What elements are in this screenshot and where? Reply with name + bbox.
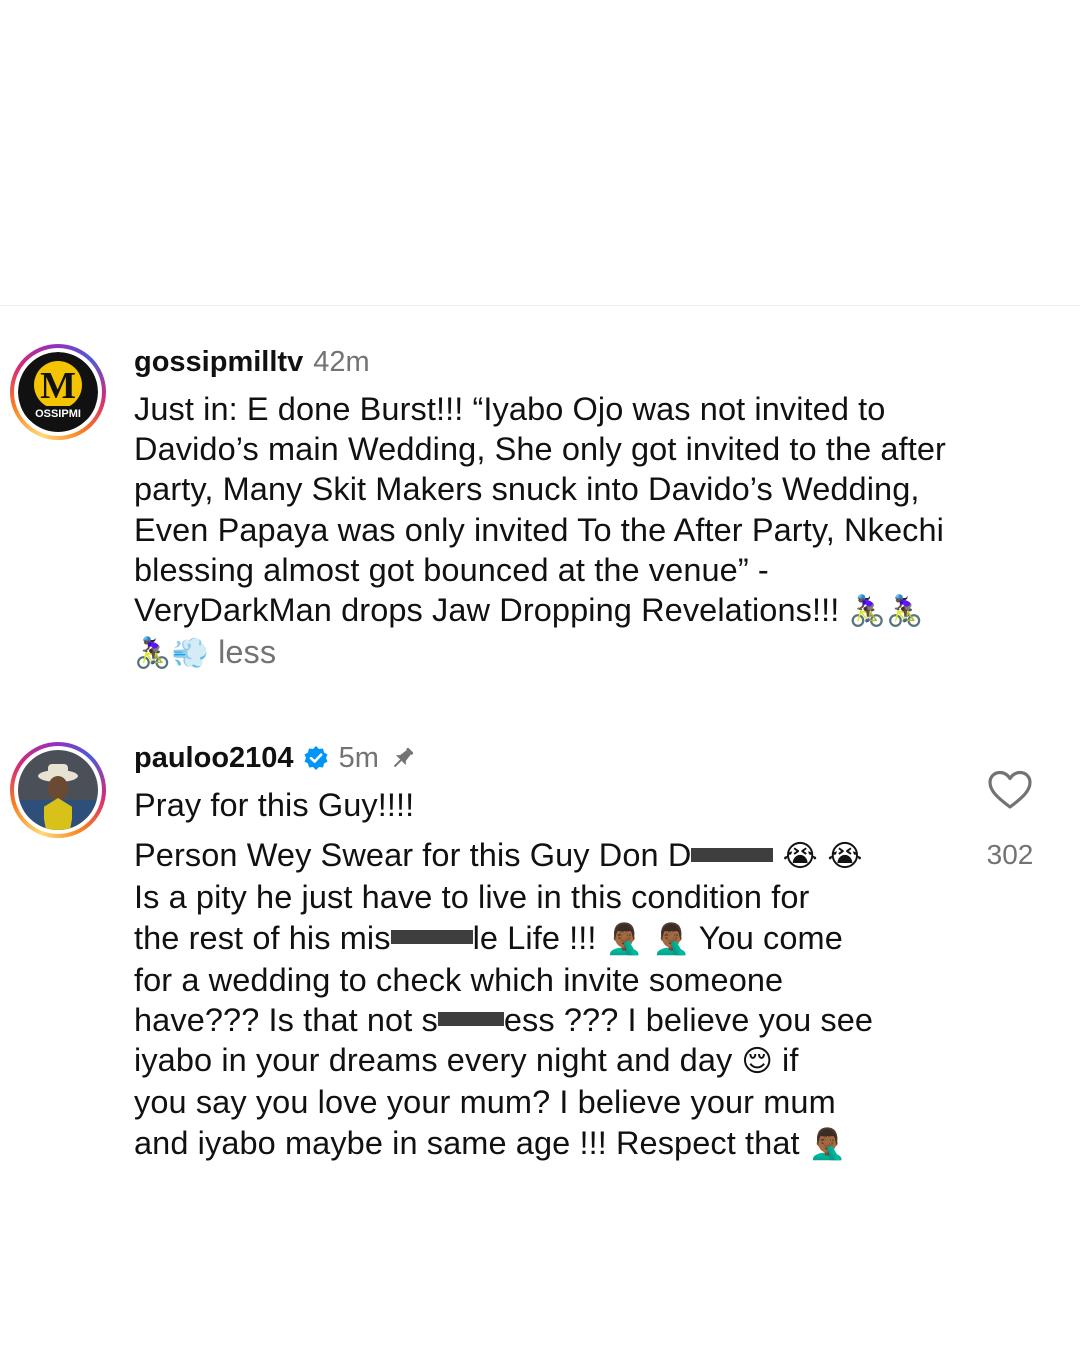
- comment-body: Pray for this Guy!!!! Person Wey Swear f…: [134, 785, 934, 1165]
- comment-line-text: You come: [690, 919, 843, 956]
- verified-badge-icon: [303, 745, 329, 771]
- comment-line-text: le Life !!!: [472, 919, 606, 956]
- comment-line-text: if: [772, 1042, 799, 1079]
- crying-emoji: 😭 😭: [782, 839, 863, 875]
- pin-icon: [389, 744, 417, 772]
- comment-username[interactable]: pauloo2104: [134, 742, 294, 775]
- comment-line: and iyabo maybe in same age !!! Respect …: [134, 1123, 934, 1165]
- comment-meta: gossipmilltv 42m: [134, 342, 1054, 382]
- gossipmill-logo-icon: M OSSIPMI: [18, 352, 98, 432]
- avatar-pauloo2104[interactable]: [10, 742, 106, 838]
- comment-line: the rest of his mis le Life !!! 🤦🏾‍♂️ 🤦🏾‍…: [134, 918, 934, 960]
- comment-pauloo2104: pauloo2104 5m Pray for this Guy!!!! Pers…: [134, 738, 934, 1165]
- comment-line-text: have??? Is that not s: [134, 1002, 438, 1039]
- comment-line: party, Many Skit Makers snuck into David…: [134, 471, 920, 508]
- cyclist-emoji: 🚴🏿‍♀️🚴🏿‍♀️: [848, 594, 924, 630]
- comment-line: Just in: E done Burst!!! “Iyabo Ojo was …: [134, 391, 886, 427]
- comment-meta: pauloo2104 5m: [134, 738, 934, 778]
- comment-line: Davido’s main Wedding, She only got invi…: [134, 431, 946, 468]
- like-count[interactable]: 302: [970, 839, 1050, 871]
- comment-line: Even Papaya was only invited To the Afte…: [134, 511, 945, 548]
- comment-body: Just in: E done Burst!!! “Iyabo Ojo was …: [134, 389, 1054, 674]
- comment-time: 5m: [338, 741, 379, 774]
- comment-line: Pray for this Guy!!!!: [134, 787, 415, 823]
- avatar-logo: M OSSIPMI: [18, 352, 98, 432]
- comment-line: for a wedding to check which invite some…: [134, 961, 784, 998]
- comment-line-text: the rest of his mis: [134, 919, 391, 956]
- comment-line: blessing almost got bounced at the venue…: [134, 551, 769, 588]
- comment-gossipmilltv: gossipmilltv 42m Just in: E done Burst!!…: [134, 342, 1054, 674]
- relieved-face-emoji: 😌: [741, 1044, 773, 1080]
- comment-line: you say you love your mum? I believe you…: [134, 1084, 836, 1121]
- heart-outline-icon[interactable]: [988, 770, 1032, 814]
- less-link[interactable]: less: [218, 634, 276, 670]
- comment-time: 42m: [313, 345, 370, 378]
- top-divider: [0, 305, 1080, 306]
- comment-line: iyabo in your dreams every night and day…: [134, 1040, 934, 1082]
- avatar-photo: [18, 750, 98, 830]
- avatar-gossipmilltv[interactable]: M OSSIPMI: [10, 344, 106, 440]
- facepalm-emoji: 🤦🏾‍♂️ 🤦🏾‍♂️: [605, 921, 691, 957]
- comment-line-text: and iyabo maybe in same age !!! Respect …: [134, 1124, 809, 1161]
- comment-line: Person Wey Swear for this Guy Don D 😭 😭: [134, 835, 934, 877]
- svg-text:M: M: [40, 365, 76, 407]
- redaction-bar: [390, 930, 473, 945]
- comment-line: VeryDarkMan drops Jaw Dropping Revelatio…: [134, 590, 1054, 632]
- svg-text:OSSIPMI: OSSIPMI: [35, 408, 81, 420]
- redaction-bar: [437, 1012, 504, 1027]
- redaction-bar: [691, 847, 774, 862]
- comment-line-text: iyabo in your dreams every night and day: [134, 1042, 742, 1079]
- comment-username[interactable]: gossipmilltv: [134, 346, 303, 379]
- comment-line-text: VeryDarkMan drops Jaw Dropping Revelatio…: [134, 592, 840, 629]
- comment-line: have??? Is that not s ess ??? I believe y…: [134, 1000, 934, 1040]
- profile-photo-icon: [18, 750, 98, 830]
- facepalm-emoji: 🤦🏾‍♂️: [808, 1126, 847, 1162]
- cyclist-dash-emoji: 🚴🏿‍♀️💨: [134, 636, 209, 672]
- like-section: 302: [970, 770, 1050, 871]
- comment-line-text: ess ??? I believe you see: [503, 1002, 874, 1039]
- comment-line: Is a pity he just have to live in this c…: [134, 879, 810, 916]
- comment-line-text: Person Wey Swear for this Guy Don D: [134, 837, 692, 874]
- comment-line: 🚴🏿‍♀️💨 less: [134, 632, 1054, 674]
